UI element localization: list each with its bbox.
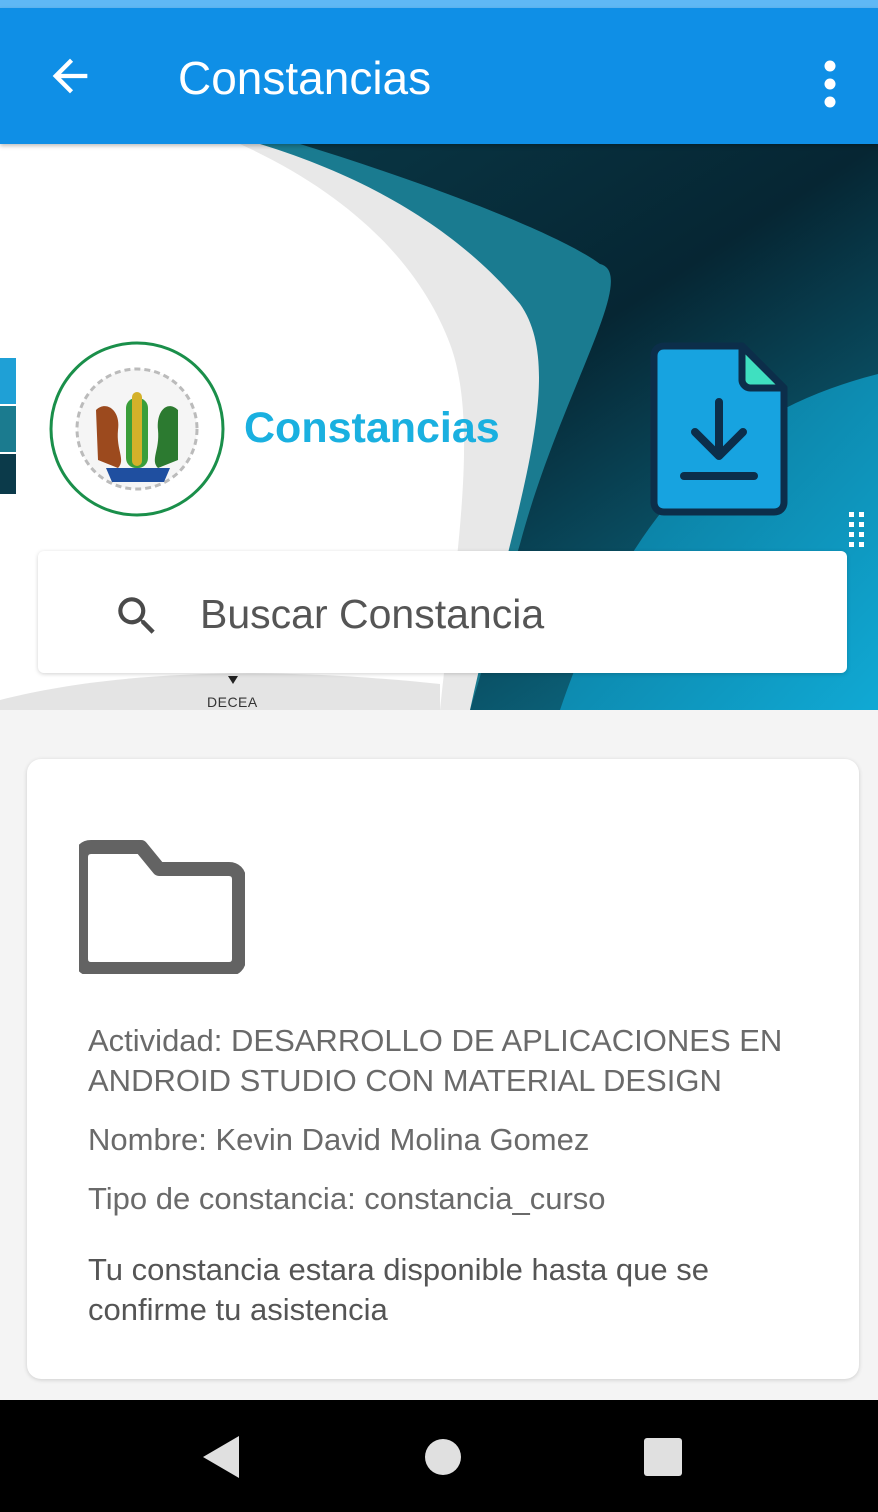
more-vert-icon[interactable] [808, 52, 852, 116]
decea-label: DECEA [207, 694, 258, 710]
activity-text: Actividad: DESARROLLO DE APLICACIONES EN… [88, 1023, 783, 1098]
drag-handle-icon[interactable] [846, 510, 868, 556]
name-text: Nombre: Kevin David Molina Gomez [88, 1122, 590, 1157]
certificate-type-text: Tipo de constancia: constancia_curso [88, 1181, 606, 1216]
nav-home-icon[interactable] [420, 1434, 470, 1480]
certificate-card[interactable]: Actividad: DESARROLLO DE APLICACIONES EN… [27, 759, 859, 1379]
nav-recents-icon[interactable] [640, 1434, 690, 1480]
institute-logo [49, 341, 225, 517]
search-input[interactable]: Buscar Constancia [200, 587, 544, 641]
system-nav-bar [0, 1400, 878, 1512]
banner-title: Constancias [244, 404, 500, 452]
app-bar: Constancias [0, 8, 878, 144]
search-icon[interactable] [112, 591, 162, 641]
page-title: Constancias [178, 52, 432, 104]
folder-icon [74, 839, 246, 976]
search-bar[interactable]: Buscar Constancia [38, 551, 847, 673]
nav-back-icon[interactable] [197, 1434, 247, 1480]
status-bar [0, 0, 878, 8]
arrow-back-icon[interactable] [44, 50, 96, 102]
availability-notice: Tu constancia estara disponible hasta qu… [88, 1252, 709, 1327]
file-download-icon [650, 342, 790, 516]
